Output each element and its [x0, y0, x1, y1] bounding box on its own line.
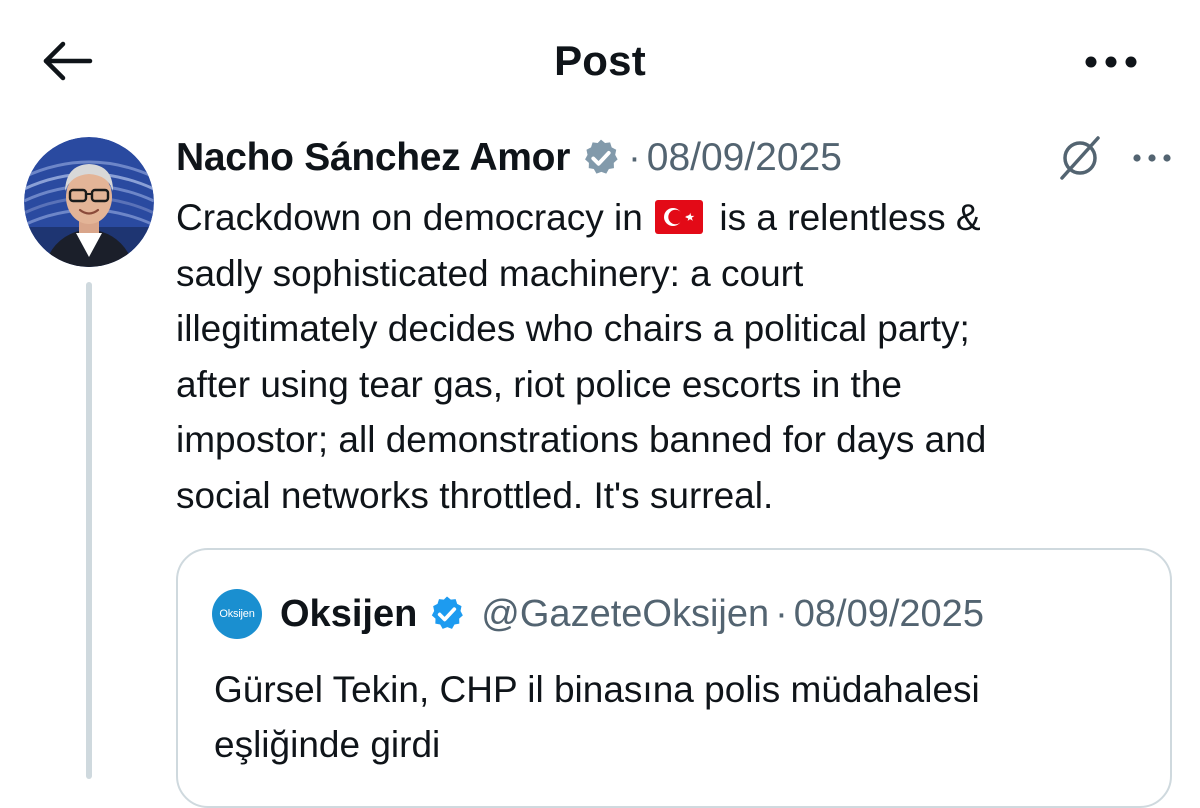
blue-verified-badge-icon[interactable] — [427, 594, 467, 634]
page-title: Post — [554, 37, 646, 84]
gray-verified-badge-icon[interactable] — [580, 137, 622, 179]
quoted-avatar-text: Oksijen — [219, 608, 255, 620]
tweet-text-segment: Crackdown on democracy in — [176, 197, 643, 238]
quoted-text-line: eşliğinde girdi — [214, 724, 441, 765]
grok-button[interactable] — [1054, 134, 1106, 182]
tweet-date[interactable]: 08/09/2025 — [647, 136, 842, 180]
grok-icon — [1060, 136, 1100, 180]
tweet-text: Crackdown on democracy in is a relentles… — [176, 190, 1166, 523]
more-horizontal-icon — [1085, 56, 1137, 68]
author-name[interactable]: Nacho Sánchez Amor — [176, 136, 570, 180]
tweet-text-line: illegitimately decides who chairs a poli… — [176, 308, 970, 349]
quoted-post-date: 08/09/2025 — [793, 592, 984, 635]
quoted-post-header: Oksijen Oksijen @GazeteOksijen · 08/09/2… — [212, 588, 984, 640]
more-horizontal-icon — [1133, 154, 1171, 162]
tweet-text-line: impostor; all demonstrations banned for … — [176, 419, 987, 460]
tweet-more-button[interactable] — [1130, 142, 1174, 174]
tweet-text-line: social networks throttled. It's surreal. — [176, 474, 774, 516]
quoted-post-card[interactable]: Oksijen Oksijen @GazeteOksijen · 08/09/2… — [176, 548, 1172, 808]
top-bar: Post — [0, 0, 1200, 120]
quoted-author-name[interactable]: Oksijen — [280, 593, 417, 636]
tweet-text-line: sadly sophisticated machinery: a court — [176, 252, 804, 294]
quoted-post-text: Gürsel Tekin, CHP il binasına polis müda… — [214, 662, 1144, 772]
header-more-button[interactable] — [1080, 40, 1150, 84]
thread-line — [86, 282, 92, 779]
quoted-author-avatar[interactable]: Oksijen — [212, 589, 262, 639]
author-photo — [24, 137, 154, 267]
quoted-text-line: Gürsel Tekin, CHP il binasına polis müda… — [214, 669, 980, 710]
turkey-flag-icon — [655, 194, 704, 234]
meta-separator: · — [775, 592, 788, 635]
meta-separator: · — [628, 136, 641, 179]
tweet-text-line: Crackdown on democracy in is a relentles… — [176, 190, 1166, 246]
tweet-text-segment: is a relentless & — [719, 197, 981, 238]
tweet-header: Nacho Sánchez Amor · 08/09/2025 — [176, 132, 842, 184]
author-avatar[interactable] — [24, 137, 154, 267]
tweet-text-line: after using tear gas, riot police escort… — [176, 363, 902, 405]
quoted-author-handle[interactable]: @GazeteOksijen — [481, 593, 769, 636]
